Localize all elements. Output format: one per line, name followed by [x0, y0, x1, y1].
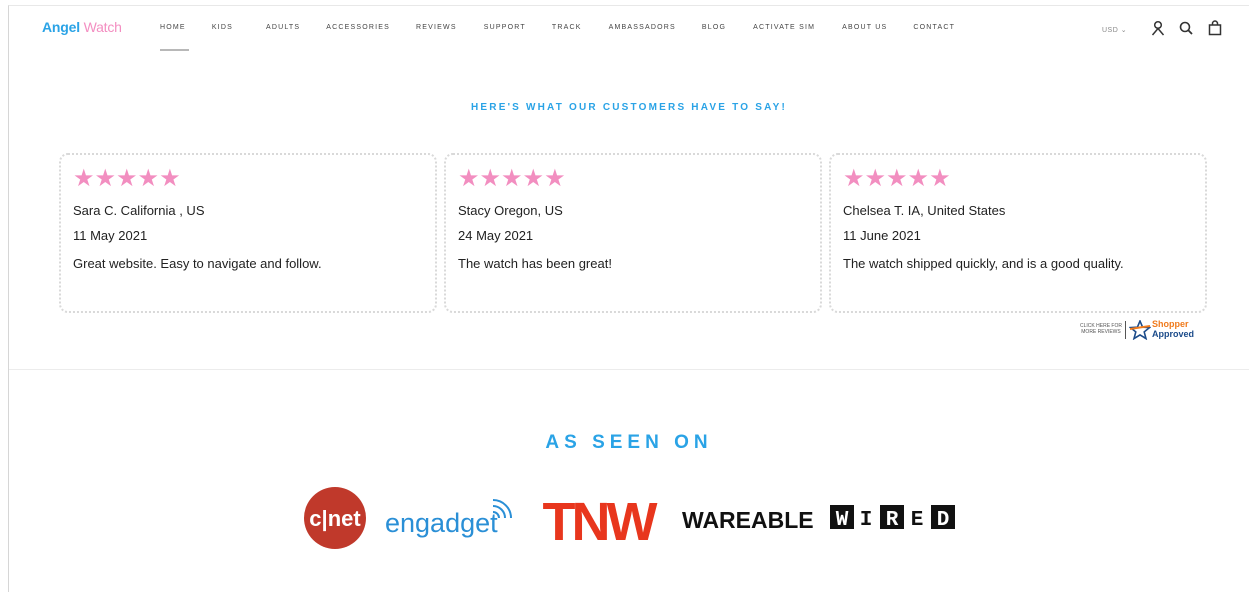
review-text: The watch shipped quickly, and is a good…: [843, 256, 1124, 271]
review-date: 24 May 2021: [458, 228, 534, 243]
section-divider: [9, 369, 1249, 370]
wired-letter: R: [886, 509, 899, 532]
cnet-logo: c|net: [302, 487, 368, 554]
header-utilities: USD ⌄: [0, 18, 1249, 38]
currency-selector[interactable]: USD ⌄: [1102, 26, 1127, 34]
tnw-logo: TNW: [536, 492, 662, 552]
reviewer-name: Sara C. California , US: [73, 203, 205, 218]
wareable-logo: WAREABLE: [682, 504, 814, 539]
tnw-logo-text: TNW: [543, 494, 658, 544]
more-reviews-text: MORE REVIEWS: [1081, 329, 1121, 335]
cart-icon[interactable]: [1207, 20, 1223, 36]
reviewer-name: Stacy Oregon, US: [458, 203, 563, 218]
reviewer-name: Chelsea T. IA, United States: [843, 203, 1006, 218]
wired-letter: I: [860, 509, 873, 532]
badge-divider: [1125, 321, 1126, 339]
cnet-logo-text: c|net: [309, 506, 361, 531]
star-rating: ★★★★★: [843, 165, 951, 192]
search-icon[interactable]: [1178, 20, 1194, 36]
approved-text: Approved: [1152, 329, 1195, 339]
engadget-logo-text: engadget: [385, 508, 498, 538]
star-rating: ★★★★★: [458, 165, 566, 192]
more-reviews-link: CLICK HERE FOR MORE REVIEWS: [1079, 323, 1123, 335]
review-card: ★★★★★ Chelsea T. IA, United States 11 Ju…: [829, 153, 1207, 313]
review-card: ★★★★★ Stacy Oregon, US 24 May 2021 The w…: [444, 153, 822, 313]
engadget-logo: engadget: [385, 492, 525, 547]
review-text: Great website. Easy to navigate and foll…: [73, 256, 322, 271]
review-date: 11 May 2021: [73, 228, 148, 243]
reviews-heading: HERE'S WHAT OUR CUSTOMERS HAVE TO SAY!: [470, 102, 787, 113]
wired-letter: E: [911, 509, 924, 532]
wired-letter: W: [836, 509, 849, 532]
wired-logo: W I R E D: [830, 504, 962, 537]
review-card: ★★★★★ Sara C. California , US 11 May 202…: [59, 153, 437, 313]
shopper-approved-badge[interactable]: CLICK HERE FOR MORE REVIEWS Shopper Appr…: [1079, 318, 1203, 342]
review-text: The watch has been great!: [458, 256, 612, 271]
shopper-approved-star-icon: [1128, 318, 1152, 341]
wired-letter: D: [937, 509, 950, 532]
review-date: 11 June 2021: [843, 228, 921, 243]
account-icon[interactable]: [1150, 20, 1166, 36]
as-seen-on-heading: AS SEEN ON: [545, 432, 713, 453]
wareable-logo-text: WAREABLE: [682, 507, 814, 533]
star-rating: ★★★★★: [73, 165, 181, 192]
site-header: Angel Watch HOME KIDS ADULTS ACCESSORIES…: [0, 0, 1249, 56]
shopper-text: Shopper: [1152, 319, 1189, 329]
